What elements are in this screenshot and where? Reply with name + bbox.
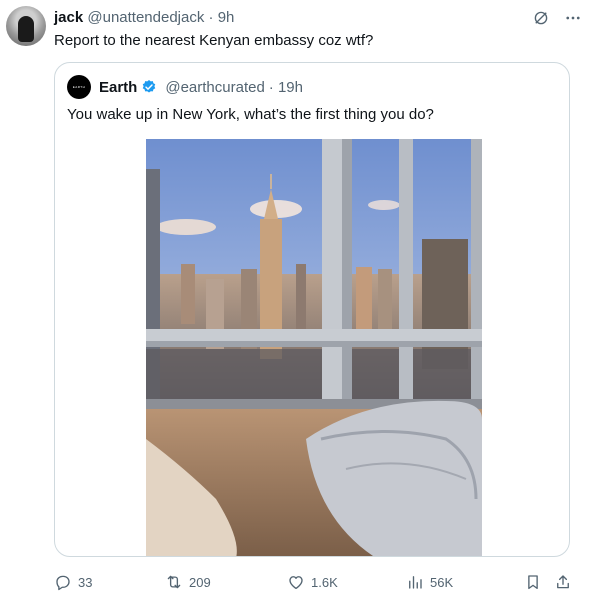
share-icon: [557, 575, 569, 589]
tweet-text: Report to the nearest Kenyan embassy coz…: [54, 32, 374, 49]
quoted-avatar[interactable]: EARTH: [67, 75, 91, 99]
quoted-time[interactable]: · 19h: [269, 78, 303, 97]
reply-count: 33: [78, 574, 93, 590]
author-avatar[interactable]: [6, 6, 46, 46]
views-icon: [409, 576, 422, 589]
views-button[interactable]: 56K: [406, 570, 453, 594]
grok-icon[interactable]: [531, 8, 551, 28]
quoted-avatar-text: EARTH: [72, 84, 86, 89]
top-right-controls: [531, 8, 583, 28]
like-count: 1.6K: [311, 574, 338, 590]
tweet-header: jack @unattendedjack · 9h: [54, 8, 234, 27]
tweet-time[interactable]: · 9h: [209, 9, 235, 26]
quoted-text: You wake up in New York, what’s the firs…: [67, 106, 434, 123]
repost-icon: [167, 575, 181, 589]
quoted-photo[interactable]: [146, 139, 482, 556]
author-name[interactable]: jack: [54, 9, 83, 26]
more-icon[interactable]: [563, 8, 583, 28]
quoted-header: EARTH Earth @earthcurated · 19h: [67, 75, 303, 99]
reply-button[interactable]: 33: [54, 570, 92, 594]
quoted-tweet[interactable]: EARTH Earth @earthcurated · 19h You wake…: [54, 62, 570, 557]
reply-icon: [56, 575, 70, 591]
repost-button[interactable]: 209: [165, 570, 211, 594]
bookmark-icon: [528, 575, 538, 590]
verified-badge-icon: [143, 80, 156, 93]
views-count: 56K: [430, 574, 454, 590]
bookmark-button[interactable]: [524, 570, 542, 594]
quoted-handle[interactable]: @earthcurated: [165, 78, 264, 97]
like-icon: [289, 576, 303, 590]
repost-count: 209: [189, 574, 211, 590]
quoted-name[interactable]: Earth: [99, 78, 137, 97]
author-handle[interactable]: @unattendedjack: [87, 9, 204, 26]
tweet-actions: 33 209 1.6K 56K: [54, 570, 576, 594]
share-button[interactable]: [554, 570, 572, 594]
like-button[interactable]: 1.6K: [287, 570, 338, 594]
